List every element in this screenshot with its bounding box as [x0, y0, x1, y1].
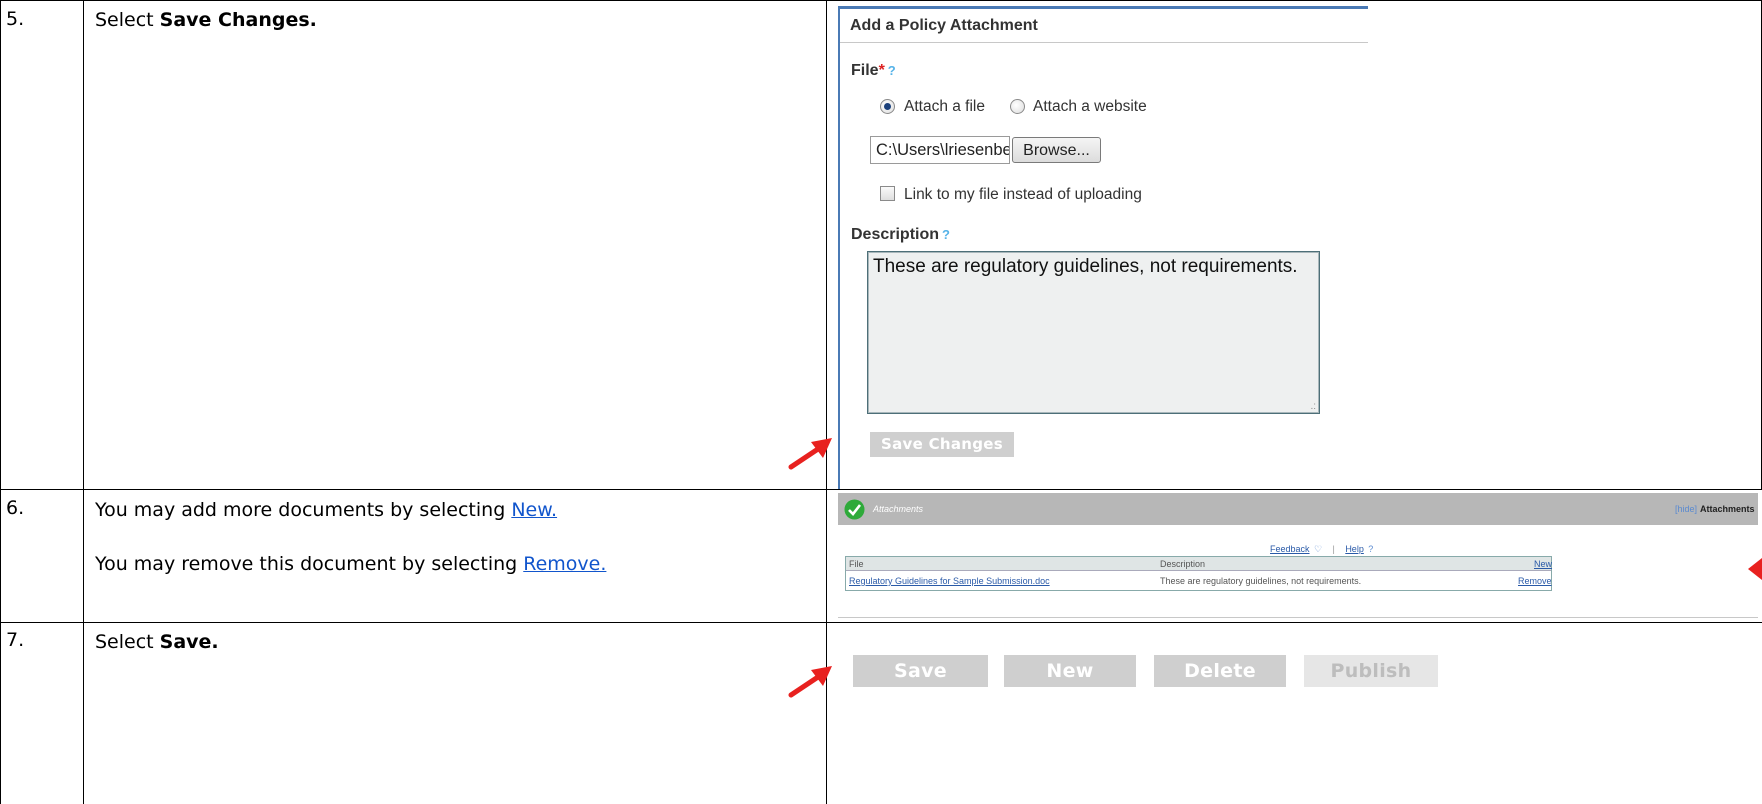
step-instruction: Select Save. — [95, 629, 219, 655]
save-changes-label: Save Changes — [880, 435, 1004, 453]
file-path-input[interactable]: C:\Users\lriesenberg\D — [870, 136, 1010, 164]
pointer-arrow-icon — [1748, 558, 1762, 580]
col-description: Description — [1160, 559, 1206, 569]
attachments-panel: Attachments [hide] Attachments Feedback … — [838, 493, 1758, 618]
attachments-header: Attachments [hide] Attachments — [838, 493, 1758, 525]
delete-label: Delete — [1184, 660, 1256, 682]
publish-label: Publish — [1330, 660, 1412, 682]
new-link[interactable]: New — [1534, 559, 1552, 569]
attachment-description: These are regulatory guidelines, not req… — [1160, 576, 1362, 586]
description-label: Description — [851, 226, 940, 243]
instruction-bold: Save Changes. — [159, 9, 317, 31]
save-changes-button[interactable]: Save Changes — [870, 432, 1014, 457]
link-checkbox-label: Link to my file instead of uploading — [904, 186, 1142, 203]
publish-button[interactable]: Publish — [1304, 655, 1438, 687]
row-divider-5-6 — [0, 489, 1762, 490]
save-button[interactable]: Save — [853, 655, 988, 687]
help-icon[interactable]: ? — [942, 227, 950, 242]
instruction-text: Select — [95, 631, 160, 653]
table-left-border — [0, 0, 1, 804]
new-label: New — [1046, 660, 1094, 682]
feedback-link[interactable]: Feedback — [1270, 544, 1310, 554]
feedback-icon: ♡ — [1313, 544, 1323, 554]
table-row: Regulatory Guidelines for Sample Submiss… — [846, 572, 1552, 591]
attachments-table-header: File Description New — [846, 557, 1552, 571]
pointer-arrow-icon — [788, 438, 832, 470]
attachments-header-title: Attachments — [873, 504, 924, 514]
step-number: 7. — [6, 629, 25, 651]
browse-button[interactable]: Browse... — [1012, 137, 1101, 163]
step-instruction: You may add more documents by selecting … — [95, 497, 557, 523]
save-label: Save — [894, 660, 947, 682]
attach-website-radio[interactable] — [1010, 99, 1025, 114]
attachments-table: File Description New Regulatory Guidelin… — [845, 556, 1552, 591]
instruction-bold: Save. — [159, 631, 219, 653]
dialog-header: Add a Policy Attachment — [840, 9, 1368, 43]
remove-link[interactable]: Remove. — [523, 553, 606, 575]
col-divider-num — [83, 0, 84, 804]
col-file: File — [849, 559, 864, 569]
panel-links: Feedback ♡ | Help ? — [1270, 539, 1373, 557]
browse-label: Browse... — [1023, 142, 1090, 159]
description-textarea[interactable]: These are regulatory guidelines, not req… — [867, 251, 1320, 414]
file-label: File — [851, 62, 879, 79]
new-button[interactable]: New — [1004, 655, 1136, 687]
hide-link[interactable]: [hide] — [1675, 504, 1697, 514]
file-label-row: File*? — [851, 62, 896, 80]
instruction-text: You may add more documents by selecting — [95, 499, 512, 521]
attachments-right-title: Attachments — [1700, 504, 1755, 514]
links-separator: | — [1332, 544, 1335, 554]
link-checkbox[interactable] — [880, 186, 895, 201]
pointer-arrow-icon — [788, 666, 832, 698]
help-link[interactable]: Help — [1345, 544, 1364, 554]
new-link[interactable]: New. — [511, 499, 557, 521]
instruction-text: Select — [95, 9, 160, 31]
policy-attachment-dialog: Add a Policy Attachment File*? Attach a … — [838, 6, 1368, 489]
remove-link[interactable]: Remove — [1518, 576, 1552, 586]
file-path-value: C:\Users\lriesenberg\D — [876, 141, 1009, 159]
help-icon[interactable]: ? — [888, 63, 896, 78]
description-text: These are regulatory guidelines, not req… — [873, 256, 1298, 277]
attachment-file-link[interactable]: Regulatory Guidelines for Sample Submiss… — [849, 576, 1050, 586]
step-instruction: Select Save Changes. — [95, 7, 317, 33]
attach-website-label: Attach a website — [1033, 98, 1147, 115]
row-divider-6-7 — [0, 622, 1762, 623]
help-icon: ? — [1368, 544, 1374, 554]
table-top-border — [0, 0, 1762, 1]
check-icon — [844, 499, 865, 520]
dialog-title: Add a Policy Attachment — [850, 17, 1038, 34]
step-instruction: You may remove this document by selectin… — [95, 551, 606, 577]
required-mark: * — [878, 62, 885, 79]
step-number: 6. — [6, 497, 25, 519]
step-number: 5. — [6, 8, 25, 30]
instruction-text: You may remove this document by selectin… — [95, 553, 524, 575]
attach-file-radio[interactable] — [880, 99, 895, 114]
description-label-row: Description? — [851, 226, 950, 244]
delete-button[interactable]: Delete — [1154, 655, 1286, 687]
resize-grip-icon[interactable]: .: — [1310, 401, 1316, 412]
attach-file-label: Attach a file — [904, 98, 985, 115]
